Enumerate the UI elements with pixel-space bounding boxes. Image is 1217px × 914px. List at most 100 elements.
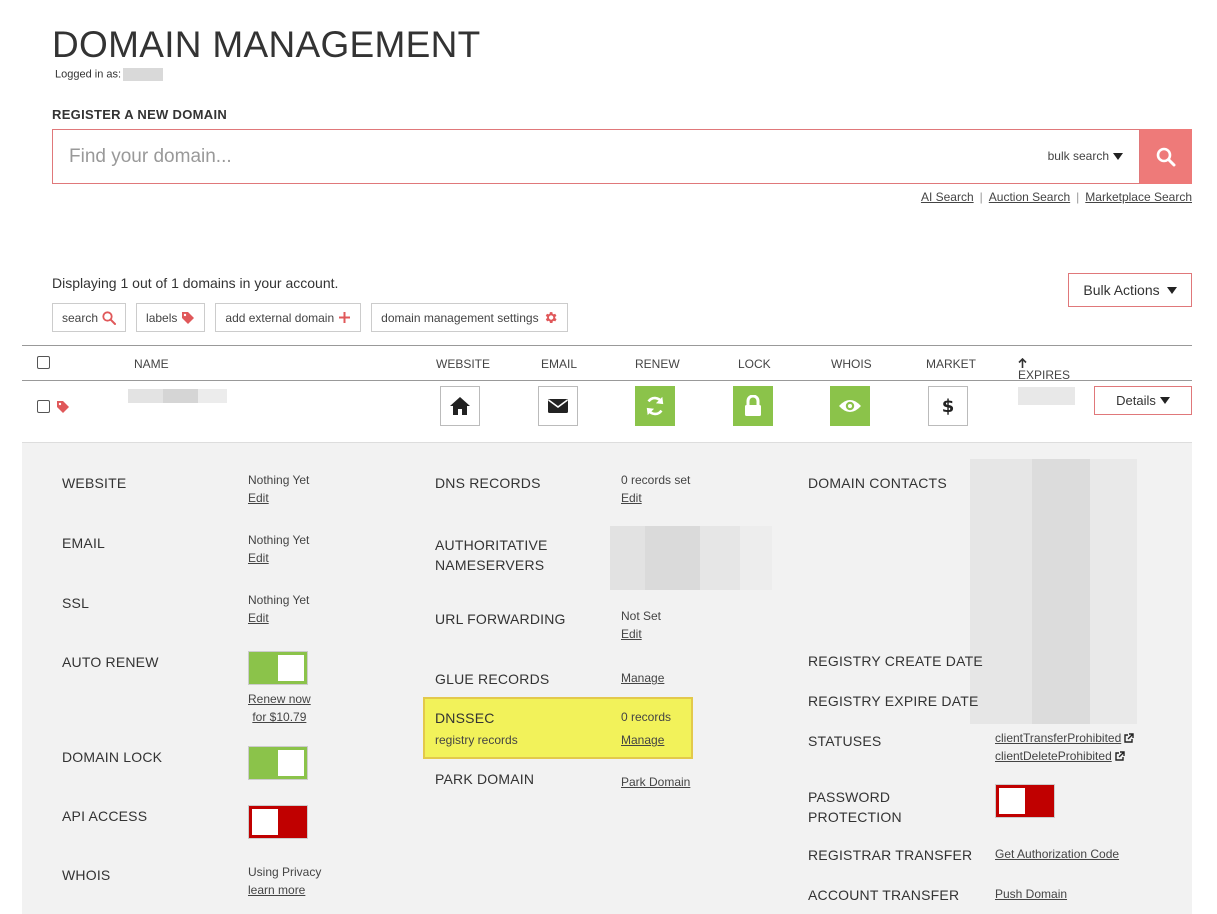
auth-ns-line1: AUTHORITATIVE bbox=[435, 537, 548, 553]
link-separator: | bbox=[979, 190, 983, 204]
refresh-icon bbox=[646, 396, 664, 416]
dollar-icon: $ bbox=[942, 396, 955, 417]
domain-details-panel: WEBSITE Nothing Yet Edit EMAIL Nothing Y… bbox=[22, 442, 1192, 914]
column-expires[interactable]: EXPIRES bbox=[1018, 357, 1070, 382]
bulk-search-dropdown[interactable]: bulk search bbox=[1048, 149, 1123, 163]
glue-records-label: GLUE RECORDS bbox=[435, 671, 550, 687]
domain-lock-toggle[interactable] bbox=[248, 746, 308, 780]
home-icon bbox=[450, 397, 470, 415]
whois-label: WHOIS bbox=[62, 867, 111, 883]
get-authorization-code-link[interactable]: Get Authorization Code bbox=[995, 847, 1119, 861]
auto-renew-label: AUTO RENEW bbox=[62, 654, 159, 670]
domain-lock-label: DOMAIN LOCK bbox=[62, 749, 163, 765]
bulk-actions-button[interactable]: Bulk Actions bbox=[1068, 273, 1192, 307]
ssl-label: SSL bbox=[62, 595, 90, 611]
domain-management-settings-label: domain management settings bbox=[381, 310, 539, 325]
details-label: Details bbox=[1116, 393, 1156, 408]
glue-records-manage-link[interactable]: Manage bbox=[621, 671, 664, 685]
tag-icon bbox=[182, 311, 195, 324]
email-button[interactable] bbox=[538, 386, 578, 426]
dnssec-manage-link[interactable]: Manage bbox=[621, 731, 664, 749]
svg-text:$: $ bbox=[942, 396, 955, 417]
status-client-transfer-prohibited-link[interactable]: clientTransferProhibited bbox=[995, 731, 1121, 745]
auction-search-link[interactable]: Auction Search bbox=[989, 190, 1070, 204]
page-title: DOMAIN MANAGEMENT bbox=[52, 24, 481, 65]
marketplace-search-link[interactable]: Marketplace Search bbox=[1085, 190, 1192, 204]
caret-down-icon bbox=[1166, 286, 1177, 294]
search-tool-button[interactable]: search bbox=[52, 303, 127, 332]
dnssec-status: 0 records bbox=[621, 710, 672, 724]
column-email: EMAIL bbox=[541, 357, 578, 371]
tag-icon[interactable] bbox=[56, 400, 70, 414]
whois-button[interactable] bbox=[830, 386, 870, 426]
details-button[interactable]: Details bbox=[1094, 386, 1192, 415]
email-status: Nothing Yet bbox=[248, 533, 310, 547]
auto-renew-toggle[interactable] bbox=[248, 651, 308, 685]
market-button[interactable]: $ bbox=[928, 386, 968, 426]
statuses-list: clientTransferProhibited clientDeletePro… bbox=[995, 729, 1134, 765]
renew-now-line1[interactable]: Renew now bbox=[248, 692, 311, 706]
whois-learn-more-link[interactable]: learn more bbox=[248, 883, 305, 897]
email-edit-link[interactable]: Edit bbox=[248, 551, 269, 565]
bulk-actions-label: Bulk Actions bbox=[1083, 282, 1160, 298]
dnssec-value: 0 records Manage bbox=[621, 708, 671, 749]
glue-records-value: Manage bbox=[621, 669, 664, 687]
caret-down-icon bbox=[1113, 153, 1123, 161]
add-external-domain-label: add external domain bbox=[225, 310, 335, 325]
select-all-checkbox[interactable] bbox=[37, 356, 50, 369]
external-link-icon bbox=[1115, 751, 1125, 762]
column-whois: WHOIS bbox=[831, 357, 872, 371]
column-lock: LOCK bbox=[738, 357, 771, 371]
redacted-nameservers bbox=[610, 526, 772, 590]
column-name[interactable]: NAME bbox=[134, 357, 169, 371]
row-checkbox[interactable] bbox=[37, 400, 50, 413]
gear-icon bbox=[545, 312, 557, 323]
column-website: WEBSITE bbox=[436, 357, 491, 371]
website-button[interactable] bbox=[440, 386, 480, 426]
api-access-label: API ACCESS bbox=[62, 808, 148, 824]
website-edit-link[interactable]: Edit bbox=[248, 491, 269, 505]
api-access-toggle[interactable] bbox=[248, 805, 308, 839]
ssl-edit-link[interactable]: Edit bbox=[248, 611, 269, 625]
url-forwarding-edit-link[interactable]: Edit bbox=[621, 627, 642, 641]
website-status: Nothing Yet bbox=[248, 473, 310, 487]
ai-search-link[interactable]: AI Search bbox=[921, 190, 974, 204]
renew-now-line2[interactable]: for $10.79 bbox=[252, 710, 306, 724]
url-forwarding-value: Not Set Edit bbox=[621, 607, 661, 643]
password-protection-toggle[interactable] bbox=[995, 784, 1055, 818]
dns-records-edit-link[interactable]: Edit bbox=[621, 491, 642, 505]
lock-icon bbox=[745, 395, 761, 416]
search-links: AI Search | Auction Search | Marketplace Sea… bbox=[921, 190, 1192, 204]
park-domain-value: Park Domain bbox=[621, 773, 690, 791]
renew-button[interactable] bbox=[635, 386, 675, 426]
add-external-domain-button[interactable]: add external domain bbox=[215, 303, 362, 332]
toggle-knob bbox=[252, 809, 278, 835]
url-forwarding-label: URL FORWARDING bbox=[435, 611, 566, 627]
domain-search-input[interactable]: Find your domain... bulk search bbox=[52, 129, 1140, 184]
domain-management-settings-button[interactable]: domain management settings bbox=[371, 303, 568, 332]
website-label: WEBSITE bbox=[62, 475, 127, 491]
status-client-delete-prohibited-link[interactable]: clientDeleteProhibited bbox=[995, 749, 1112, 763]
lock-button[interactable] bbox=[733, 386, 773, 426]
renew-now-link[interactable]: Renew now for $10.79 bbox=[248, 690, 311, 726]
dnssec-label: DNSSEC bbox=[435, 710, 495, 726]
dns-records-label: DNS RECORDS bbox=[435, 475, 541, 491]
domain-count-text: Displaying 1 out of 1 domains in your ac… bbox=[52, 275, 339, 291]
park-domain-link[interactable]: Park Domain bbox=[621, 775, 690, 789]
link-separator: | bbox=[1076, 190, 1080, 204]
table-row: $ Details bbox=[22, 381, 1192, 442]
push-domain-link[interactable]: Push Domain bbox=[995, 887, 1067, 901]
redacted-contacts bbox=[970, 459, 1137, 724]
domain-search-button[interactable] bbox=[1140, 129, 1192, 184]
redacted-domain-name bbox=[128, 389, 227, 403]
ssl-status: Nothing Yet bbox=[248, 593, 310, 607]
column-expires-label: EXPIRES bbox=[1018, 368, 1071, 382]
account-transfer-value: Push Domain bbox=[995, 885, 1067, 903]
tool-row: search labels add external domain domain… bbox=[52, 303, 568, 332]
caret-down-icon bbox=[1159, 397, 1170, 404]
labels-tool-button[interactable]: labels bbox=[136, 303, 206, 332]
column-renew: RENEW bbox=[635, 357, 680, 371]
toggle-knob bbox=[278, 750, 304, 776]
password-protection-label: PASSWORD PROTECTION bbox=[808, 787, 902, 827]
whois-status: Using Privacy bbox=[248, 865, 322, 879]
